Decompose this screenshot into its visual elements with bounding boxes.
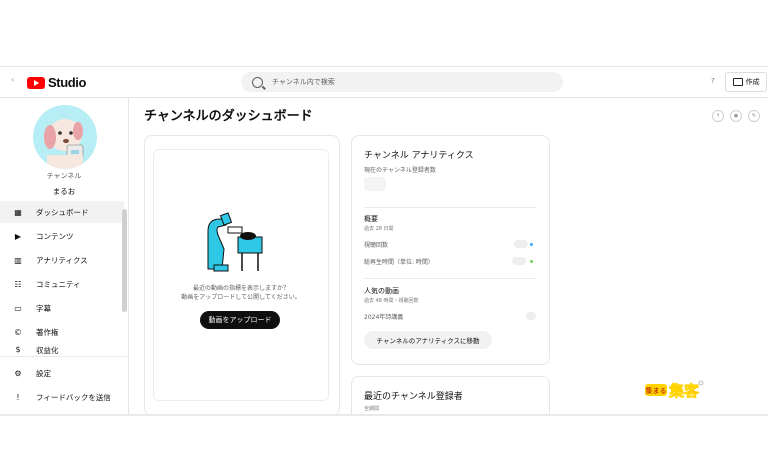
- analytics-title: チャンネル アナリティクス: [364, 151, 474, 161]
- search-placeholder: チャンネル内で検索: [272, 78, 335, 86]
- summary-period: 過去 28 日間: [364, 226, 394, 232]
- channel-label: チャンネル: [46, 172, 82, 180]
- create-label: 作成: [745, 78, 760, 86]
- watch-time-value-placeholder: [512, 257, 526, 265]
- watermark-text: 集客: [668, 382, 700, 400]
- content-icon: ▶: [14, 231, 22, 241]
- svg-text:集まる: 集まる: [646, 386, 667, 395]
- popular-video-views-placeholder: [526, 312, 536, 320]
- post-icon[interactable]: ✎: [748, 110, 760, 122]
- page-title: チャンネルのダッシュボード: [144, 109, 313, 124]
- upload-prompt-line1: 最近の動画の指標を表示しますか？: [192, 285, 289, 292]
- sidebar-item-label: 字幕: [36, 303, 51, 313]
- live-icon[interactable]: ◉: [730, 110, 742, 122]
- sidebar-item-label: ダッシュボード: [36, 207, 89, 217]
- popular-video-item[interactable]: 2024年詩講義: [364, 312, 403, 321]
- popular-videos-period: 過去 48 時間・視聴回数: [364, 298, 419, 304]
- dashboard-icon: ▦: [14, 207, 22, 217]
- watch-time-trend-icon: [530, 260, 533, 263]
- views-label: 視聴回数: [364, 242, 389, 249]
- watermark-logo: 集まる 集客: [645, 380, 704, 400]
- copyright-icon: ©: [14, 327, 22, 337]
- camera-illustration-icon: [207, 212, 263, 272]
- create-button[interactable]: 作成: [725, 72, 767, 92]
- create-video-icon: [732, 78, 743, 86]
- sidebar-item-community[interactable]: ☷ コミュニティ: [0, 273, 124, 295]
- summary-title: 概要: [364, 215, 378, 223]
- search-icon: [252, 76, 263, 88]
- community-icon: ☷: [14, 279, 22, 289]
- dog-avatar-icon: [44, 119, 84, 169]
- sidebar-divider: [0, 356, 127, 357]
- sidebar-item-label: 著作権: [36, 327, 59, 337]
- sidebar-item-label: 収益化: [36, 346, 59, 355]
- sidebar-item-label: フィードバックを送信: [36, 392, 111, 402]
- sidebar-item-subtitles[interactable]: ▭ 字幕: [0, 297, 124, 319]
- studio-logo[interactable]: Studio: [27, 75, 86, 90]
- views-value-placeholder: [514, 240, 528, 248]
- analytics-icon: ▥: [14, 255, 22, 265]
- sidebar-item-label: アナリティクス: [36, 255, 88, 265]
- sidebar-item-label: コミュニティ: [36, 279, 81, 289]
- top-bar: ‹ Studio チャンネル内で検索 ? 作成: [0, 67, 768, 98]
- sidebar-item-monetization[interactable]: $ 収益化: [0, 345, 124, 355]
- monetization-icon: $: [15, 345, 21, 354]
- upload-status-icon[interactable]: ↑: [712, 110, 724, 122]
- youtube-logo-icon: [27, 76, 45, 89]
- sidebar-item-label: コンテンツ: [36, 231, 74, 241]
- analytics-divider-2: [364, 278, 536, 279]
- help-icon[interactable]: ?: [711, 77, 715, 85]
- go-to-analytics-button[interactable]: チャンネルのアナリティクスに移動: [364, 331, 492, 349]
- sidebar-item-label: 設定: [36, 368, 51, 378]
- recent-subscribers-period: 全期間: [364, 406, 380, 412]
- recent-subscribers-title: 最近のチャンネル登録者: [364, 392, 463, 402]
- sidebar-item-content[interactable]: ▶ コンテンツ: [0, 225, 124, 247]
- subscriber-count-placeholder: [364, 177, 386, 191]
- analytics-divider: [364, 207, 536, 208]
- channel-avatar[interactable]: [33, 105, 97, 169]
- subscriber-label: 現在のチャンネル登録者数: [364, 167, 436, 174]
- sidebar-item-copyright[interactable]: © 著作権: [0, 321, 124, 343]
- studio-window: ‹ Studio チャンネル内で検索 ? 作成 チャンネル まるお ▦ ダッシュ…: [0, 66, 768, 416]
- settings-icon: ⚙: [14, 368, 22, 378]
- sidebar-item-settings[interactable]: ⚙ 設定: [0, 362, 124, 384]
- search-input[interactable]: チャンネル内で検索: [241, 72, 563, 92]
- sidebar-item-analytics[interactable]: ▥ アナリティクス: [0, 249, 124, 271]
- sidebar-item-dashboard[interactable]: ▦ ダッシュボード: [0, 201, 124, 223]
- sidebar-scrollbar[interactable]: [122, 209, 127, 312]
- subtitles-icon: ▭: [14, 303, 22, 313]
- popular-videos-title: 人気の動画: [364, 287, 399, 295]
- feedback-icon: !: [16, 392, 20, 402]
- channel-name: まるお: [52, 187, 76, 196]
- logo-text: Studio: [48, 75, 87, 90]
- menu-icon[interactable]: ‹: [11, 75, 14, 84]
- upload-video-button[interactable]: 動画をアップロード: [200, 311, 280, 329]
- sidebar: チャンネル まるお ▦ ダッシュボード ▶ コンテンツ ▥ アナリティクス ☷ …: [0, 98, 129, 414]
- sidebar-item-feedback[interactable]: ! フィードバックを送信: [0, 386, 124, 408]
- upload-prompt-line2: 動画をアップロードして公開してください。: [181, 294, 301, 301]
- watch-time-label: 総再生時間（単位: 時間）: [364, 259, 434, 266]
- views-trend-icon: [530, 243, 533, 246]
